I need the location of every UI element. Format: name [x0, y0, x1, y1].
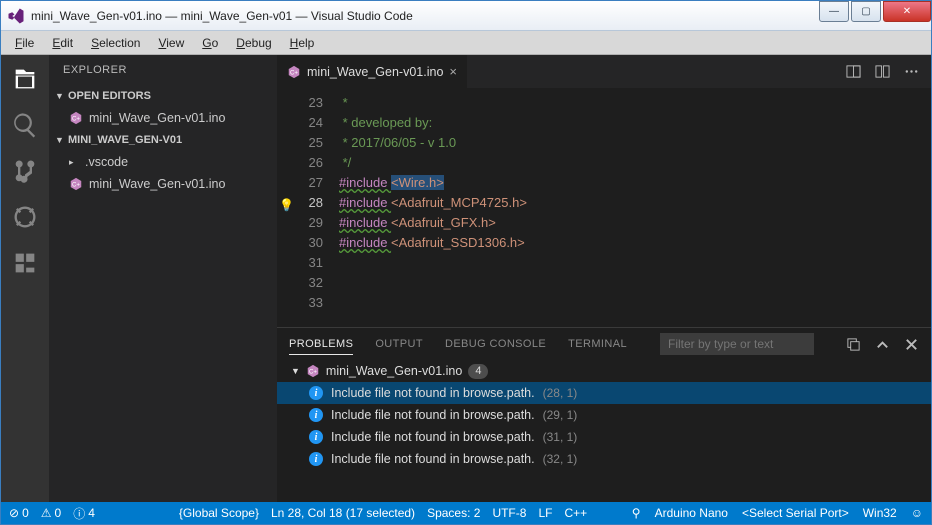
problem-row[interactable]: i Include file not found in browse.path. (… [277, 426, 931, 448]
terminal-tab[interactable]: TERMINAL [568, 334, 627, 354]
status-errors[interactable]: ⊘ 0 [9, 506, 29, 520]
open-editors-header[interactable]: ▼OPEN EDITORS [49, 85, 277, 107]
menu-selection[interactable]: Selection [83, 34, 148, 52]
status-warnings[interactable]: ⚠ 0 [41, 506, 61, 520]
status-eol[interactable]: LF [538, 506, 552, 520]
status-lang[interactable]: C++ [564, 506, 587, 520]
collapse-all-icon[interactable] [846, 337, 861, 352]
svg-text:C+: C+ [72, 182, 80, 189]
debug-console-tab[interactable]: DEBUG CONSOLE [445, 334, 546, 354]
layout-icon[interactable] [875, 64, 890, 79]
problem-row[interactable]: i Include file not found in browse.path. (… [277, 382, 931, 404]
status-spaces[interactable]: Spaces: 2 [427, 506, 480, 520]
menu-help[interactable]: Help [282, 34, 323, 52]
project-header[interactable]: ▼MINI_WAVE_GEN-V01 [49, 129, 277, 151]
problem-location: (32, 1) [543, 452, 578, 466]
menu-debug[interactable]: Debug [228, 34, 279, 52]
explorer-icon[interactable] [11, 65, 39, 93]
source-control-icon[interactable] [11, 157, 39, 185]
line-number: 29 [277, 213, 323, 233]
menu-go[interactable]: Go [194, 34, 226, 52]
menu-bar: File Edit Selection View Go Debug Help [1, 31, 931, 55]
debug-icon[interactable] [11, 203, 39, 231]
chevron-up-icon[interactable] [875, 337, 890, 352]
line-number: 24 [277, 113, 323, 133]
cpp-file-icon: C+ [69, 177, 83, 191]
editor-tab[interactable]: C+ mini_Wave_Gen-v01.ino × [277, 55, 467, 88]
editor-tab-bar: C+ mini_Wave_Gen-v01.ino × [277, 55, 931, 88]
line-number: 27 [277, 173, 323, 193]
line-number: 32 [277, 273, 323, 293]
activity-bar [1, 55, 49, 502]
svg-text:C+: C+ [72, 116, 80, 123]
code-editor[interactable]: 💡 2324252627282930313233 * * developed b… [277, 88, 931, 327]
status-scope[interactable]: {Global Scope} [179, 506, 259, 520]
problem-count-badge: 4 [468, 364, 488, 379]
problem-message: Include file not found in browse.path. [331, 452, 535, 466]
problem-location: (28, 1) [543, 386, 578, 400]
folder-item[interactable]: ▸ .vscode [49, 151, 277, 173]
menu-file[interactable]: File [7, 34, 42, 52]
problem-row[interactable]: i Include file not found in browse.path. (… [277, 448, 931, 470]
status-board[interactable]: Arduino Nano [655, 506, 728, 520]
line-number: 33 [277, 293, 323, 313]
info-icon: i [309, 386, 323, 400]
problem-location: (31, 1) [543, 430, 578, 444]
line-number: 25 [277, 133, 323, 153]
line-number: 23 [277, 93, 323, 113]
sidebar-explorer: EXPLORER ▼OPEN EDITORS C+ mini_Wave_Gen-… [49, 55, 277, 502]
problems-tab[interactable]: PROBLEMS [289, 334, 353, 355]
window-close-button[interactable]: ✕ [883, 1, 931, 22]
problem-message: Include file not found in browse.path. [331, 386, 535, 400]
status-infos[interactable]: ⓘ 4 [73, 505, 95, 522]
sidebar-title: EXPLORER [49, 55, 277, 85]
bottom-panel: PROBLEMS OUTPUT DEBUG CONSOLE TERMINAL ▼… [277, 327, 931, 502]
vscode-logo-icon [7, 7, 25, 25]
svg-text:C+: C+ [309, 369, 317, 376]
status-encoding[interactable]: UTF-8 [492, 506, 526, 520]
more-icon[interactable] [904, 64, 919, 79]
close-panel-icon[interactable] [904, 337, 919, 352]
status-cursor[interactable]: Ln 28, Col 18 (17 selected) [271, 506, 415, 520]
window-titlebar: mini_Wave_Gen-v01.ino — mini_Wave_Gen-v0… [1, 1, 931, 31]
window-maximize-button[interactable]: ▢ [851, 1, 881, 22]
window-minimize-button[interactable]: — [819, 1, 849, 22]
cpp-file-icon: C+ [287, 65, 301, 79]
status-bar: ⊘ 0 ⚠ 0 ⓘ 4 {Global Scope} Ln 28, Col 18… [1, 502, 931, 524]
open-editor-item[interactable]: C+ mini_Wave_Gen-v01.ino [49, 107, 277, 129]
cpp-file-icon: C+ [306, 364, 320, 378]
status-feedback-icon[interactable]: ☺ [911, 506, 923, 520]
close-tab-icon[interactable]: × [449, 64, 457, 79]
problem-row[interactable]: i Include file not found in browse.path. (… [277, 404, 931, 426]
menu-view[interactable]: View [150, 34, 192, 52]
svg-text:C+: C+ [290, 69, 298, 76]
status-win[interactable]: Win32 [863, 506, 897, 520]
line-number: 26 [277, 153, 323, 173]
info-icon: i [309, 430, 323, 444]
problem-message: Include file not found in browse.path. [331, 408, 535, 422]
file-item[interactable]: C+ mini_Wave_Gen-v01.ino [49, 173, 277, 195]
line-number: 30 [277, 233, 323, 253]
menu-edit[interactable]: Edit [44, 34, 81, 52]
extensions-icon[interactable] [11, 249, 39, 277]
cpp-file-icon: C+ [69, 111, 83, 125]
info-icon: i [309, 452, 323, 466]
split-editor-icon[interactable] [846, 64, 861, 79]
search-icon[interactable] [11, 111, 39, 139]
output-tab[interactable]: OUTPUT [375, 334, 423, 354]
problem-message: Include file not found in browse.path. [331, 430, 535, 444]
filter-input[interactable] [660, 333, 814, 355]
window-title: mini_Wave_Gen-v01.ino — mini_Wave_Gen-v0… [31, 9, 819, 23]
info-icon: i [309, 408, 323, 422]
status-port[interactable]: <Select Serial Port> [742, 506, 849, 520]
lightbulb-icon[interactable]: 💡 [279, 195, 294, 215]
problem-file-header[interactable]: ▼ C+ mini_Wave_Gen-v01.ino 4 [277, 360, 931, 382]
status-plug-icon[interactable]: ⚲ [632, 506, 641, 520]
line-number: 31 [277, 253, 323, 273]
problem-location: (29, 1) [543, 408, 578, 422]
